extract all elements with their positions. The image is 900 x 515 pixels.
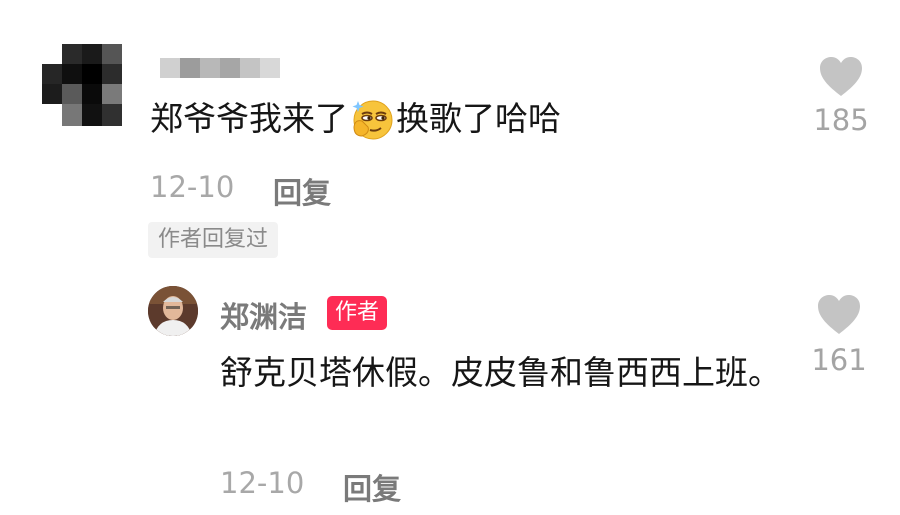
- heart-icon: [818, 57, 864, 102]
- author-replied-tag: 作者回复过: [148, 222, 279, 258]
- author-badge: 作者: [327, 296, 388, 330]
- comment-text: 郑爷爷我来了 换歌了哈哈: [150, 94, 561, 144]
- comment-date: 12-10: [150, 170, 235, 204]
- reply-text: 舒克贝塔休假。皮皮鲁和鲁西西上班。: [220, 353, 781, 392]
- reply-author-avatar[interactable]: [148, 286, 198, 336]
- reply-like-button[interactable]: [816, 294, 862, 336]
- reply-like-count: 161: [811, 343, 867, 377]
- comment-text-part2: 换歌了哈哈: [396, 99, 561, 138]
- reply-reply-button[interactable]: 回复: [343, 466, 401, 508]
- comment-reply-button[interactable]: 回复: [273, 170, 331, 212]
- commenter-name-blurred[interactable]: [160, 58, 280, 78]
- comment-text-part1: 郑爷爷我来了: [150, 99, 348, 138]
- commenter-avatar-blurred[interactable]: [42, 44, 122, 126]
- reply-author-name[interactable]: 郑渊洁: [220, 294, 307, 336]
- smirk-emoji-icon: [350, 97, 394, 141]
- comment-like-button[interactable]: [818, 56, 864, 98]
- comment-like-count: 185: [813, 103, 869, 137]
- reply-date: 12-10: [220, 466, 305, 500]
- heart-icon: [816, 295, 862, 340]
